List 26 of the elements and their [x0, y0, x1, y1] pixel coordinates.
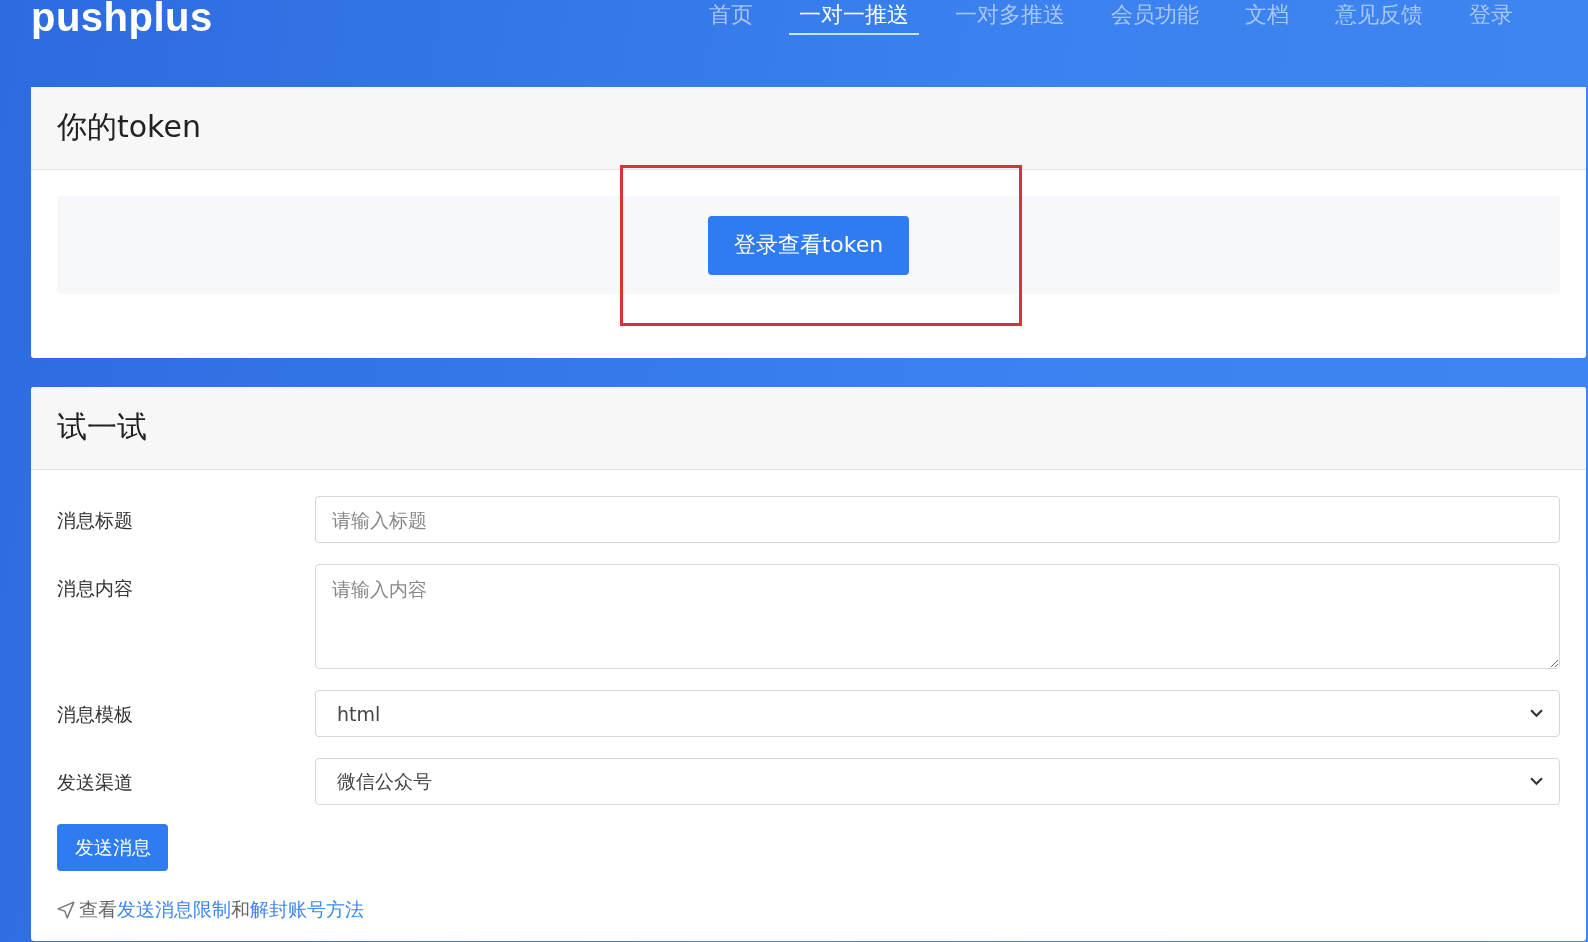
nav-link[interactable]: 登录	[1459, 0, 1523, 35]
card-title: 你的token	[31, 87, 1586, 170]
text-area[interactable]: 请输入内容	[315, 564, 1560, 669]
field-label: 消息内容	[57, 576, 134, 601]
nav-link[interactable]: 一对一推送	[789, 0, 919, 35]
logo[interactable]: pushplus	[31, 0, 213, 40]
nav-link[interactable]: 首页	[699, 0, 763, 35]
card-title: 试一试	[31, 387, 1586, 470]
nav-link[interactable]: 文档	[1235, 0, 1299, 35]
help-text: 查看发送消息限制和解封账号方法	[79, 897, 364, 922]
dropdown[interactable]: html	[315, 690, 1560, 737]
help-link[interactable]: 解封账号方法	[250, 898, 364, 920]
send-icon	[57, 901, 75, 919]
send-button[interactable]: 发送消息	[57, 824, 168, 871]
login-button[interactable]: 登录查看token	[708, 215, 909, 275]
chevron-down-icon	[1530, 777, 1543, 786]
field-label: 消息标题	[57, 508, 134, 533]
nav-link[interactable]: 一对多推送	[945, 0, 1075, 35]
input-field[interactable]: 请输入标题	[315, 496, 1560, 543]
help-link[interactable]: 发送消息限制	[117, 898, 231, 920]
field-label: 发送渠道	[57, 770, 134, 795]
chevron-down-icon	[1530, 709, 1543, 718]
nav-link[interactable]: 意见反馈	[1325, 0, 1433, 35]
nav-link[interactable]: 会员功能	[1101, 0, 1209, 35]
field-label: 消息模板	[57, 702, 134, 727]
dropdown[interactable]: 微信公众号	[315, 758, 1560, 805]
